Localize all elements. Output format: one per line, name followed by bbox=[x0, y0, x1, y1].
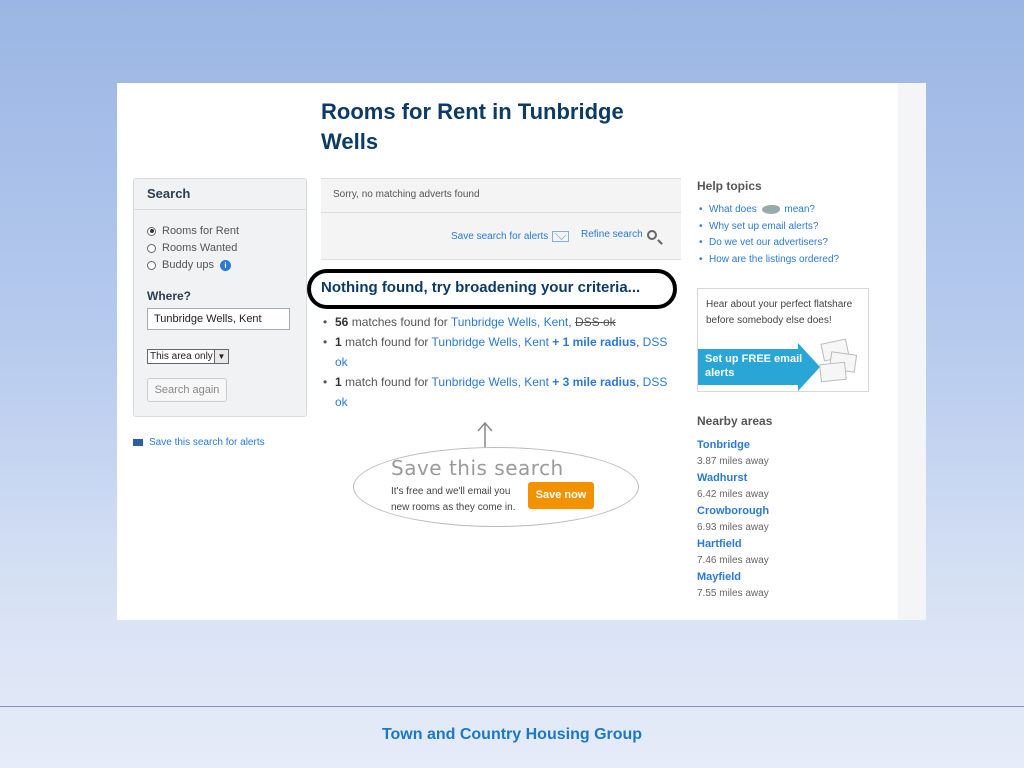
option-label: Rooms for Rent bbox=[162, 225, 240, 237]
save-promo-title: Save this search bbox=[391, 456, 564, 480]
nearby-area-distance: 6.42 miles away bbox=[697, 488, 769, 500]
suggestion-item: 1 match found for Tunbridge Wells, Kent … bbox=[323, 332, 683, 372]
refine-search-label: Refine search bbox=[581, 229, 643, 240]
place-link[interactable]: Tunbridge Wells, Kent bbox=[432, 335, 549, 349]
info-icon[interactable]: i bbox=[219, 259, 231, 271]
search-again-button[interactable]: Search again bbox=[147, 378, 227, 402]
slide-footer: Town and Country Housing Group bbox=[381, 726, 643, 743]
suggestion-list: 56 matches found for Tunbridge Wells, Ke… bbox=[323, 312, 683, 412]
chevron-down-icon: ▼ bbox=[214, 350, 228, 363]
nearby-area-distance: 7.46 miles away bbox=[697, 554, 769, 566]
area-select[interactable]: This area only ▼ bbox=[147, 349, 229, 364]
nearby-area-link[interactable]: Wadhurst bbox=[697, 470, 769, 487]
search-panel: Search Rooms for Rent Rooms Wanted Buddy… bbox=[133, 178, 307, 417]
no-match-text: Sorry, no matching adverts found bbox=[333, 189, 480, 200]
footer-divider bbox=[0, 706, 1024, 707]
save-now-button[interactable]: Save now bbox=[528, 482, 594, 509]
alerts-cta-label: Set up FREE email alerts bbox=[705, 353, 803, 379]
radius-link[interactable]: + 1 mile radius bbox=[552, 335, 636, 349]
bird-icon bbox=[761, 204, 780, 214]
radio-selected-icon[interactable] bbox=[147, 226, 156, 236]
nearby-area-link[interactable]: Tonbridge bbox=[697, 437, 769, 454]
help-item-listings-ordered[interactable]: How are the listings ordered? bbox=[699, 252, 839, 269]
dss-filter: DSS ok bbox=[574, 315, 616, 329]
match-count: 56 bbox=[335, 315, 349, 329]
nearby-areas-list: Tonbridge 3.87 miles away Wadhurst 6.42 … bbox=[697, 437, 769, 602]
save-alerts-link[interactable]: Save search for alerts bbox=[451, 231, 570, 242]
search-icon bbox=[646, 229, 657, 240]
nearby-area-distance: 6.93 miles away bbox=[697, 521, 769, 533]
where-label: Where? bbox=[147, 289, 192, 303]
place-link[interactable]: Tunbridge Wells, Kent bbox=[451, 315, 568, 329]
where-input[interactable]: Tunbridge Wells, Kent bbox=[147, 308, 290, 330]
option-label: Buddy ups bbox=[162, 259, 214, 271]
match-text: match found for bbox=[341, 375, 432, 389]
suggestion-item: 1 match found for Tunbridge Wells, Kent … bbox=[323, 372, 683, 412]
envelopes-icon bbox=[816, 338, 860, 383]
refine-search-link[interactable]: Refine search bbox=[581, 229, 657, 240]
arrow-up-icon bbox=[477, 421, 493, 448]
match-count: 1 bbox=[335, 375, 342, 389]
match-text: match found for bbox=[341, 335, 432, 349]
right-gutter bbox=[898, 83, 926, 620]
nearby-area-distance: 3.87 miles away bbox=[697, 455, 769, 467]
help-item-what-does[interactable]: What does mean? bbox=[699, 202, 839, 219]
help-item-email-alerts[interactable]: Why set up email alerts? bbox=[699, 219, 839, 236]
save-alerts-label: Save search for alerts bbox=[451, 231, 549, 242]
page-title: Rooms for Rent in Tunbridge Wells bbox=[321, 99, 624, 154]
option-label: Rooms Wanted bbox=[162, 242, 238, 254]
alerts-promo-text: Hear about your perfect flatshare before… bbox=[706, 299, 853, 326]
radius-link[interactable]: + 3 mile radius bbox=[552, 375, 636, 389]
suggestion-item: 56 matches found for Tunbridge Wells, Ke… bbox=[323, 312, 683, 332]
nearby-areas-title: Nearby areas bbox=[697, 414, 773, 428]
area-select-value: This area only bbox=[150, 351, 213, 362]
save-search-link-label: Save this search for alerts bbox=[149, 437, 265, 448]
envelope-icon bbox=[133, 439, 143, 446]
option-buddy-ups[interactable]: Buddy ups i bbox=[147, 259, 231, 271]
nothing-found-heading: Nothing found, try broadening your crite… bbox=[321, 279, 641, 296]
match-text: matches found for bbox=[348, 315, 451, 329]
search-panel-header: Search bbox=[134, 179, 306, 210]
save-promo-text: It's free and we'll email you new rooms … bbox=[391, 486, 516, 513]
save-search-link[interactable]: Save this search for alerts bbox=[133, 437, 265, 448]
email-alerts-promo[interactable]: Hear about your perfect flatshare before… bbox=[697, 288, 869, 392]
nearby-area-link[interactable]: Hartfield bbox=[697, 536, 769, 553]
place-link[interactable]: Tunbridge Wells, Kent bbox=[432, 375, 549, 389]
help-item-label: What does bbox=[709, 204, 757, 215]
radio-icon[interactable] bbox=[147, 260, 156, 270]
nearby-area-distance: 7.55 miles away bbox=[697, 587, 769, 599]
envelope-icon bbox=[552, 231, 570, 242]
help-topics-title: Help topics bbox=[697, 179, 762, 193]
screenshot-panel: Rooms for Rent in Tunbridge Wells Search… bbox=[117, 83, 926, 620]
match-count: 1 bbox=[335, 335, 342, 349]
option-rooms-for-rent[interactable]: Rooms for Rent bbox=[147, 225, 239, 237]
help-item-vet-advertisers[interactable]: Do we vet our advertisers? bbox=[699, 235, 839, 252]
no-match-box: Sorry, no matching adverts found Save se… bbox=[321, 178, 681, 260]
nearby-area-link[interactable]: Crowborough bbox=[697, 503, 769, 520]
radio-icon[interactable] bbox=[147, 243, 156, 253]
divider bbox=[321, 212, 681, 213]
help-item-label: mean? bbox=[784, 204, 815, 215]
option-rooms-wanted[interactable]: Rooms Wanted bbox=[147, 242, 237, 254]
nearby-area-link[interactable]: Mayfield bbox=[697, 569, 769, 586]
help-topics-list: What does mean? Why set up email alerts?… bbox=[699, 202, 839, 268]
